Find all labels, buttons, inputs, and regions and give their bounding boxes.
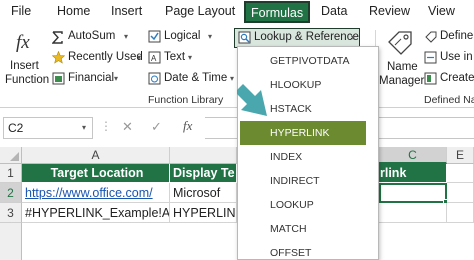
logical-button[interactable]: Logical ▾ <box>148 30 216 48</box>
recently-used-label: Recently Used <box>68 51 143 63</box>
autosum-button[interactable]: AutoSum ▾ <box>52 30 142 48</box>
menu-item-indirect[interactable]: INDIRECT <box>238 169 366 193</box>
cell-c3[interactable] <box>379 203 447 223</box>
define-name-tag-icon <box>425 31 437 43</box>
tab-review[interactable]: Review <box>369 4 410 18</box>
create-from-selection-icon <box>424 72 437 85</box>
cell-a3[interactable]: #HYPERLINK_Example!A1 <box>22 203 170 223</box>
define-name-label: Define N <box>440 30 474 42</box>
text-book-icon: A <box>148 51 161 64</box>
row-header-1[interactable]: 1 <box>0 164 22 183</box>
name-tag-icon <box>388 31 412 55</box>
menu-item-index[interactable]: INDEX <box>238 145 366 169</box>
chevron-down-icon: ▾ <box>208 32 213 41</box>
financial-book-icon <box>52 72 65 85</box>
tab-insert[interactable]: Insert <box>111 4 142 18</box>
insert-function-button[interactable]: fx Insert Function <box>4 28 50 90</box>
name-manager-label-line1: Name <box>387 61 418 73</box>
chevron-down-icon: ▾ <box>351 33 356 42</box>
cell-a1[interactable]: Target Location <box>22 164 170 183</box>
chevron-down-icon: ▾ <box>124 32 129 41</box>
defined-names-label: Defined Na <box>424 94 474 106</box>
tab-file[interactable]: File <box>11 4 31 18</box>
name-box[interactable]: C2 ▾ <box>3 117 93 139</box>
tab-view[interactable]: View <box>428 4 455 18</box>
function-library-label: Function Library <box>148 94 224 106</box>
text-label: Text <box>164 51 186 63</box>
logical-label: Logical <box>164 30 201 42</box>
column-header-a[interactable]: A <box>22 147 170 164</box>
financial-label: Financial <box>68 72 115 84</box>
name-box-value: C2 <box>8 121 24 135</box>
recently-used-button[interactable]: Recently Used ▾ <box>52 51 144 69</box>
star-icon <box>52 51 65 64</box>
tab-data[interactable]: Data <box>321 4 347 18</box>
cell-e1[interactable] <box>447 164 474 183</box>
cell-e3[interactable] <box>447 203 474 223</box>
cell-c1[interactable]: rlink <box>379 164 447 183</box>
use-in-formula-icon <box>424 51 437 64</box>
cell-c2-selected[interactable] <box>379 183 447 203</box>
insert-function-fx-icon[interactable]: fx <box>183 118 192 134</box>
select-all-corner[interactable] <box>0 147 22 164</box>
create-from-selection-button[interactable]: Create fr <box>424 72 474 90</box>
row-header-4[interactable] <box>0 223 22 260</box>
column-header-c[interactable]: C <box>379 147 447 164</box>
magnifier-book-icon <box>238 31 251 44</box>
lookup-reference-dropdown: GETPIVOTDATA HLOOKUP HSTACK HYPERLINK IN… <box>237 46 379 260</box>
financial-button[interactable]: Financial ▾ <box>52 72 132 90</box>
tab-home[interactable]: Home <box>57 4 90 18</box>
column-header-e[interactable]: E <box>447 147 474 164</box>
chevron-down-icon: ▾ <box>137 53 142 62</box>
select-all-triangle-icon <box>10 152 19 161</box>
tab-formulas[interactable]: Formulas <box>244 1 311 23</box>
chevron-down-icon: ▾ <box>114 74 119 83</box>
row-header-2[interactable]: 2 <box>0 183 22 203</box>
menu-item-offset[interactable]: OFFSET <box>238 241 366 260</box>
excel-window: { "tabs": { "file": "File", "home": "Hom… <box>0 0 474 260</box>
function-fx-icon: fx <box>16 32 30 53</box>
cell-b1[interactable]: Display Te <box>170 164 237 183</box>
cell-b2[interactable]: Microsof <box>170 183 237 203</box>
enter-check-icon[interactable]: ✓ <box>151 119 162 135</box>
chevron-down-icon: ▾ <box>230 74 235 83</box>
calendar-clock-icon <box>148 72 161 85</box>
chevron-down-icon: ▾ <box>188 53 193 62</box>
cell-e2[interactable] <box>447 183 474 203</box>
formula-bar-grip-icon: ⋮ <box>100 119 112 133</box>
lookup-reference-button[interactable]: Lookup & Reference ▾ <box>234 28 360 48</box>
text-button[interactable]: A Text ▾ <box>148 51 208 69</box>
ribbon-tab-bar: File Home Insert Page Layout Formulas Da… <box>0 0 474 26</box>
date-time-label: Date & Time <box>164 72 228 84</box>
column-header-b[interactable] <box>170 147 237 164</box>
use-in-formula-label: Use in F <box>440 51 474 63</box>
cell-a2-link[interactable]: https://www.office.com/ <box>22 183 170 203</box>
cancel-icon[interactable]: ✕ <box>122 119 133 135</box>
define-name-button[interactable]: Define N <box>424 30 474 48</box>
chevron-down-icon: ▾ <box>82 123 87 132</box>
svg-text:A: A <box>151 54 157 63</box>
lookup-reference-label: Lookup & Reference <box>254 31 359 43</box>
menu-item-match[interactable]: MATCH <box>238 217 366 241</box>
insert-function-label-line2: Function <box>5 74 50 86</box>
use-in-formula-button[interactable]: Use in F <box>424 51 474 69</box>
row-header-3[interactable]: 3 <box>0 203 22 223</box>
autosum-label: AutoSum <box>68 30 116 42</box>
create-from-selection-label: Create fr <box>440 72 474 84</box>
tab-page-layout[interactable]: Page Layout <box>165 4 235 18</box>
name-manager-label-line2: Manager <box>379 75 425 87</box>
menu-item-lookup[interactable]: LOOKUP <box>238 193 366 217</box>
date-time-button[interactable]: Date & Time ▾ <box>148 72 236 90</box>
logical-book-icon <box>148 30 161 43</box>
cell-b3[interactable]: HYPERLIN <box>170 203 237 223</box>
pointer-arrow-icon <box>237 84 267 116</box>
name-manager-button[interactable]: Name Manager <box>379 28 425 90</box>
insert-function-label-line1: Insert <box>10 60 39 72</box>
menu-item-getpivotdata[interactable]: GETPIVOTDATA <box>238 49 366 73</box>
sigma-icon <box>52 31 63 44</box>
